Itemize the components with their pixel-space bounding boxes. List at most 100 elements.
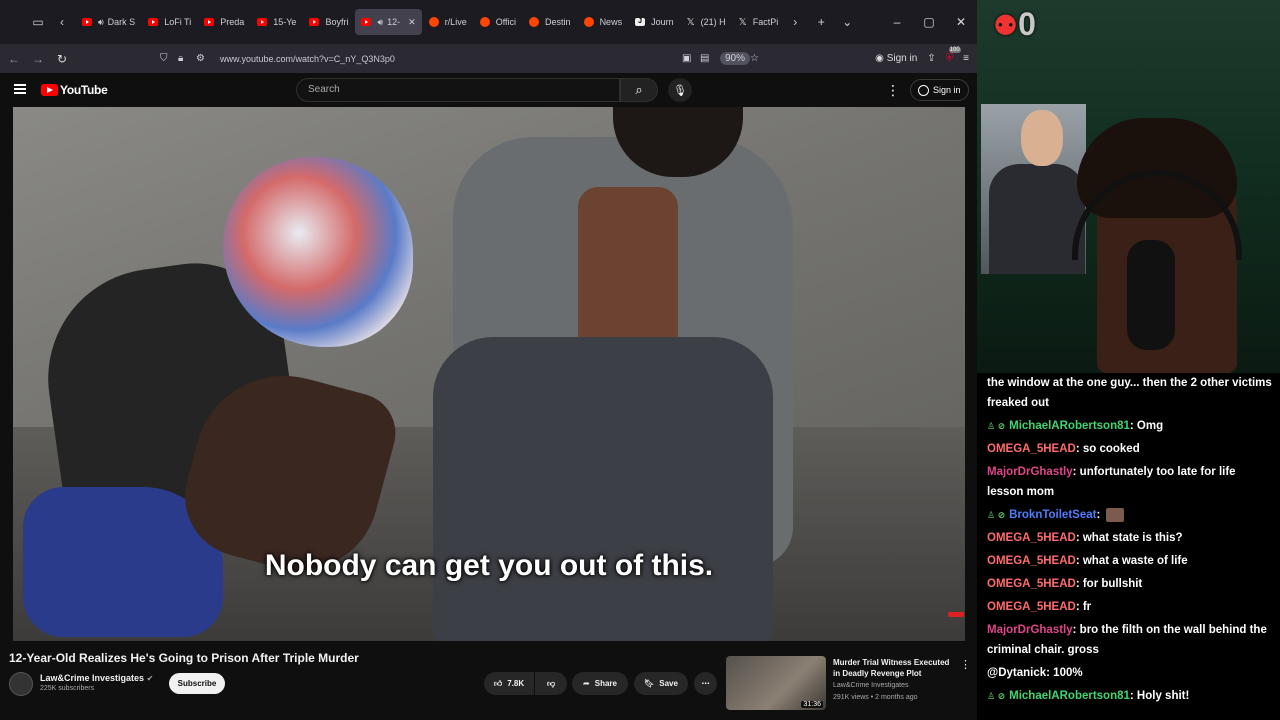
chat-text: : what a waste of life [1075, 555, 1188, 567]
account-signin-label: Sign in [886, 53, 918, 64]
tab-9[interactable]: News [578, 9, 629, 35]
tab-label: Offici [495, 17, 517, 27]
chat-text: : fr [1075, 601, 1092, 613]
reddit-icon [583, 17, 594, 27]
extensions-icon[interactable]: ⇪ [927, 53, 935, 64]
new-tab-icon[interactable]: + [811, 12, 831, 32]
tab-0[interactable]: 🔊︎ Dark S [76, 9, 141, 35]
related-video-menu-icon[interactable]: ⋮ [960, 658, 971, 671]
related-video-title[interactable]: Murder Trial Witness Executed in Deadly … [833, 657, 957, 679]
chat-username[interactable]: OMEGA_5HEAD [987, 601, 1076, 613]
tab-1[interactable]: LoFi Ti [142, 9, 197, 35]
like-count: 7.8K [507, 679, 525, 688]
picture-icon[interactable]: ▣ [682, 53, 691, 64]
maximize-icon[interactable]: ▢ [913, 15, 945, 29]
tab-4[interactable]: Boyfri [303, 9, 354, 35]
channel-avatar[interactable] [9, 672, 33, 696]
tab-2[interactable]: Preda [198, 9, 250, 35]
hamburger-icon[interactable] [14, 84, 26, 94]
youtube-logo[interactable]: YouTube [41, 83, 108, 97]
url-text[interactable]: www.youtube.com/watch?v=C_nY_Q3N3p0 [220, 54, 395, 64]
more-actions-button[interactable]: ⋯ [694, 672, 717, 695]
tab-8[interactable]: Destin [523, 9, 577, 35]
shield-icon[interactable]: ⛉ [160, 53, 168, 64]
tab-overview-icon[interactable]: ▭ [28, 12, 48, 32]
youtube-icon [204, 18, 215, 26]
chat-username[interactable]: @Dytanick [987, 667, 1046, 679]
reader-icon[interactable]: ▤ [700, 53, 709, 64]
share-button[interactable]: ➦ Share [572, 672, 628, 695]
channel-name[interactable]: Law&Crime Investigates ✔ [40, 673, 153, 683]
save-button[interactable]: 🔖︎ Save [634, 672, 688, 695]
video-caption: Nobody can get you out of this. [264, 549, 714, 582]
chat-message: @Dytanick: 100% [987, 663, 1272, 683]
voice-search-button[interactable]: 🎙︎ [668, 78, 692, 102]
speaker-icon[interactable]: 🔊︎ [377, 17, 383, 28]
scroll-left-icon[interactable]: ‹ [52, 12, 72, 32]
close-tab-icon[interactable]: ✕ [408, 17, 416, 28]
chat-username[interactable]: OMEGA_5HEAD [987, 578, 1076, 590]
chat-panel: the window at the one guy... then the 2 … [977, 373, 1280, 720]
x-icon: 𝕏 [738, 16, 747, 28]
chat-username[interactable]: OMEGA_5HEAD [987, 555, 1076, 567]
chat-message: ♙ ⊘ BroknToiletSeat: [987, 505, 1272, 525]
chat-username[interactable]: OMEGA_5HEAD [987, 532, 1076, 544]
reddit-icon [428, 17, 439, 27]
chat-text: the window at the one guy... then the 2 … [987, 377, 1272, 409]
tab-list-icon[interactable]: ⌄ [837, 12, 857, 32]
dislike-button[interactable]: 👎︎ [535, 672, 567, 695]
photo-suit [989, 164, 1085, 274]
search-icon: ⌕ [635, 82, 643, 97]
x-icon: 𝕏 [686, 16, 695, 28]
chat-username[interactable]: MajorDrGhastly [987, 624, 1073, 636]
chat-username[interactable]: MichaelARobertson81 [1009, 420, 1130, 432]
menu-icon[interactable]: ≡ [963, 53, 969, 64]
chat-username[interactable]: OMEGA_5HEAD [987, 443, 1076, 455]
account-icon: ◉ [875, 53, 884, 64]
url-bar[interactable]: ⛉ 🔒︎ ⚙ www.youtube.com/watch?v=C_nY_Q3N3… [150, 48, 810, 69]
forward-icon[interactable]: → [26, 52, 50, 66]
close-window-icon[interactable]: ✕ [945, 15, 977, 29]
reload-icon[interactable]: ↻ [50, 52, 74, 66]
chat-message: MajorDrGhastly: unfortunately too late f… [987, 462, 1272, 502]
tab-11[interactable]: 𝕏 (21) H [681, 9, 732, 35]
youtube-icon [257, 18, 268, 26]
bookmark-star-icon[interactable]: ☆ [750, 53, 759, 64]
search-input[interactable]: Search [296, 78, 620, 102]
lock-icon[interactable]: 🔒︎ [178, 53, 183, 64]
tab-label: FactPi [752, 17, 779, 27]
tab-label: 12- [387, 17, 401, 27]
like-button[interactable]: 👍︎ 7.8K [484, 672, 534, 695]
search-button[interactable]: ⌕ [620, 78, 658, 102]
ublock-icon[interactable]: ⛨ 100 [946, 47, 961, 64]
back-icon[interactable]: ← [2, 52, 26, 66]
youtube-signin-button[interactable]: Sign in [910, 79, 969, 101]
speaker-icon[interactable]: 🔊︎ [98, 17, 104, 28]
chat-message: MajorDrGhastly: bro the filth on the wal… [987, 620, 1272, 660]
settings-kebab-icon[interactable]: ⋮ [886, 82, 900, 99]
zoom-level[interactable]: 90% [720, 52, 751, 65]
permissions-icon[interactable]: ⚙ [196, 53, 205, 64]
counter-icon: ⚉ [993, 10, 1019, 41]
video-player[interactable]: Nobody can get you out of this. [13, 107, 965, 641]
tab-7[interactable]: Offici [474, 9, 522, 35]
chat-username[interactable]: BroknToiletSeat [1009, 509, 1096, 521]
tab-6[interactable]: r/Live [423, 9, 473, 35]
tab-12[interactable]: 𝕏 FactPi [733, 9, 785, 35]
tab-10[interactable]: J Journ [629, 9, 680, 35]
tab-label: Preda [220, 17, 245, 27]
related-video-thumbnail[interactable]: 31:36 [726, 656, 826, 710]
subscribe-button[interactable]: Subscribe [169, 673, 225, 694]
account-button[interactable]: ◉ Sign in [875, 53, 917, 64]
chat-username[interactable]: MajorDrGhastly [987, 466, 1073, 478]
chat-username[interactable]: MichaelARobertson81 [1009, 690, 1130, 702]
tab-3[interactable]: 15-Ye [251, 9, 302, 35]
related-video-duration: 31:36 [801, 701, 823, 708]
more-icon: ⋯ [701, 679, 710, 688]
scroll-right-icon[interactable]: › [785, 12, 805, 32]
tab-label: LoFi Ti [164, 17, 192, 27]
minimize-icon[interactable]: – [881, 15, 913, 29]
related-video-channel[interactable]: Law&Crime Investigates [833, 682, 908, 689]
tab-5[interactable]: 🔊︎ 12- ✕ [355, 9, 422, 35]
tab-label: r/Live [444, 17, 467, 27]
